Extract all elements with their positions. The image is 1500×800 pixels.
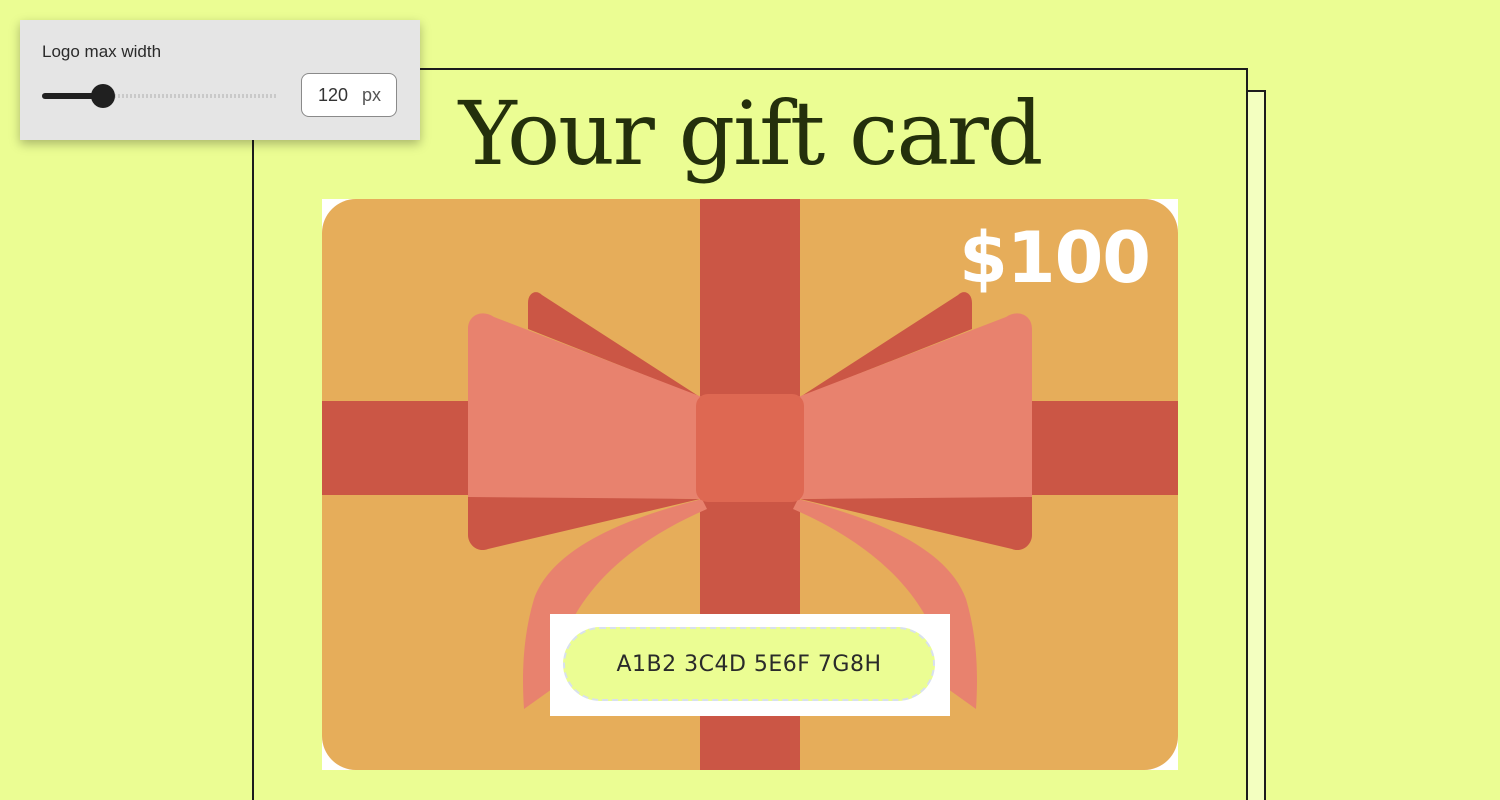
unit-label: px (362, 84, 382, 105)
gift-code[interactable]: A1B2 3C4D 5E6F 7G8H (563, 627, 935, 701)
page: Your gift card $100 A1B2 3C4D 5E6F 7G8H … (0, 0, 1500, 800)
gift-amount: $100 (959, 217, 1151, 299)
gift-card-image: $100 A1B2 3C4D 5E6F 7G8H (322, 199, 1178, 770)
logo-max-width-field[interactable]: px (301, 73, 397, 117)
logo-max-width-label: Logo max width (42, 42, 162, 61)
logo-settings-panel: Logo max width px (20, 20, 420, 140)
logo-max-width-slider[interactable] (42, 84, 278, 108)
gift-code-box: A1B2 3C4D 5E6F 7G8H (550, 614, 950, 716)
slider-thumb[interactable] (91, 84, 115, 108)
bow-knot (696, 394, 804, 502)
logo-max-width-input[interactable] (302, 84, 348, 106)
